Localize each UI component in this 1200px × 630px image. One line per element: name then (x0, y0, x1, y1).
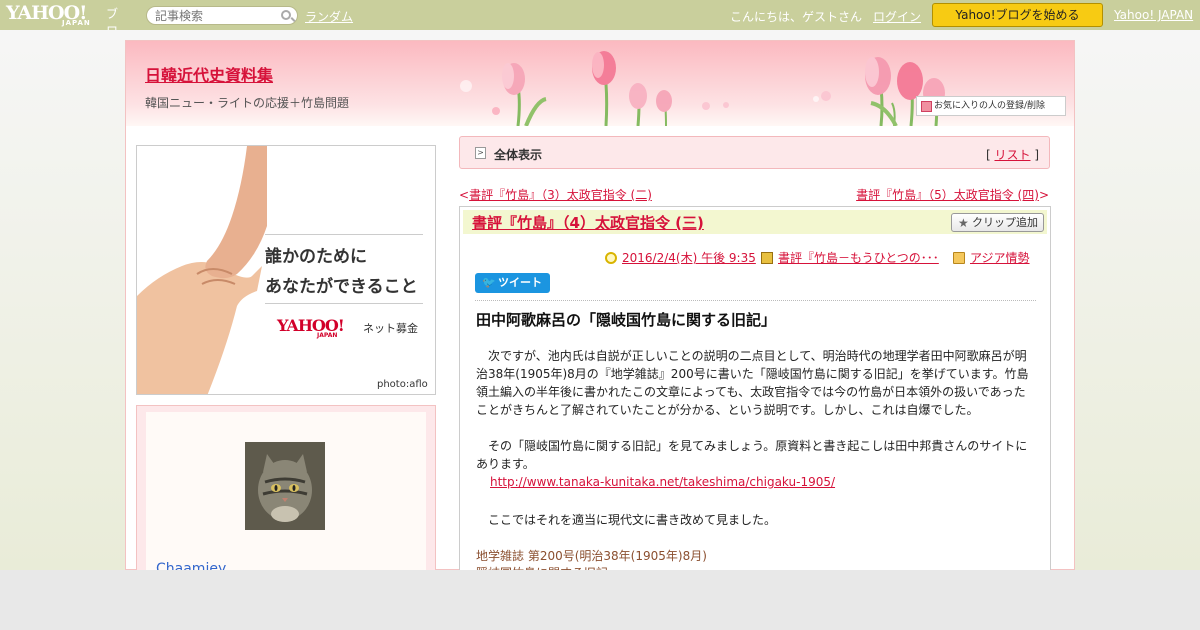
tweet-label: ツイート (498, 276, 542, 289)
random-link[interactable]: ランダム (305, 8, 353, 25)
ad-photo-credit: photo:aflo (377, 379, 428, 390)
search-icon[interactable] (281, 10, 291, 20)
twitter-bird-icon: 🐦 (482, 276, 496, 289)
article-source-line-1: 地学雑誌 第200号(明治38年(1905年)8月) (476, 549, 707, 563)
top-navigation-bar: YAHOO! JAPAN ブログ ランダム こんにちは、ゲストさん ログイン Y… (0, 0, 1200, 55)
tweet-button[interactable]: 🐦 ツイート (475, 273, 550, 293)
search-box (146, 6, 298, 25)
search-input[interactable] (155, 7, 279, 24)
list-bracket-close: ] (1030, 148, 1039, 162)
article-header: 書評『竹島』（4）太政官指令 (三) ★ クリップ追加 (463, 210, 1047, 234)
ad-headline-1: 誰かのために (265, 247, 367, 267)
star-icon: ★ (958, 216, 969, 230)
prev-article-nav: <書評『竹島』（3）太政官指令 (二) (459, 186, 652, 203)
blog-container: 日韓近代史資料集 韓国ニュー・ライトの応援＋竹島問題 お気に入りの人の登録/削除… (125, 40, 1075, 582)
clock-icon (605, 252, 617, 264)
ad-service-name: ネット募金 (363, 322, 418, 335)
greeting-text: こんにちは、ゲストさん (730, 10, 863, 24)
prev-mark: < (459, 188, 470, 202)
folder-icon (953, 252, 965, 264)
article-book: 書評『竹島－もうひとつの･･･ (761, 249, 939, 266)
next-article-nav: 書評『竹島』（5）太政官指令 (四)> (856, 186, 1049, 203)
blog-title[interactable]: 日韓近代史資料集 (145, 62, 273, 86)
list-link-wrapper: [ リスト ] (986, 146, 1039, 163)
article-external-link[interactable]: http://www.tanaka-kunitaka.net/takeshima… (490, 475, 835, 489)
profile-inner: Chaamiey (146, 412, 426, 582)
article-title[interactable]: 書評『竹島』（4）太政官指令 (三) (472, 212, 704, 233)
login-link[interactable]: ログイン (873, 8, 921, 25)
blog-description: 韓国ニュー・ライトの応援＋竹島問題 (145, 96, 350, 110)
ad-divider-bottom (265, 303, 423, 304)
profile-panel: Chaamiey (136, 405, 436, 582)
cat-avatar-image (245, 442, 325, 530)
ad-divider-top (265, 234, 423, 235)
article-paragraph-2: その「隠岐国竹島に関する旧記」を見てみましょう。原資料と書き起こしは田中邦貴さん… (476, 439, 1028, 471)
list-link[interactable]: リスト (994, 148, 1030, 162)
favorite-icon (921, 101, 932, 112)
article-paragraph-1: 次ですが、池内氏は自説が正しいことの説明の二点目として、明治時代の地理学者田中阿… (476, 349, 1029, 417)
clip-add-button[interactable]: ★ クリップ追加 (951, 213, 1044, 232)
article-category: アジア情勢 (953, 249, 1030, 266)
all-view-bar: > 全体表示 [ リスト ] (459, 136, 1050, 169)
helping-hands-image (137, 146, 267, 394)
arrow-right-icon: > (475, 147, 486, 159)
article-book-link[interactable]: 書評『竹島－もうひとつの･･･ (778, 251, 939, 265)
article-divider (475, 300, 1036, 301)
next-mark: > (1038, 188, 1049, 202)
blog-header: 日韓近代史資料集 韓国ニュー・ライトの応援＋竹島問題 お気に入りの人の登録/削除 (126, 41, 1074, 126)
prev-article-link[interactable]: 書評『竹島』（3）太政官指令 (二) (469, 188, 652, 202)
next-article-link[interactable]: 書評『竹島』（5）太政官指令 (四) (856, 188, 1039, 202)
start-blog-button[interactable]: Yahoo!ブログを始める (932, 3, 1103, 27)
article-paragraph-3: ここではそれを適当に現代文に書き改めて見ました。 (476, 513, 777, 527)
article-date-link[interactable]: 2016/2/4(木) 午後 9:35 (622, 251, 756, 265)
ad-headline-2: あなたができること (265, 277, 418, 297)
article-category-link[interactable]: アジア情勢 (970, 251, 1030, 265)
article-heading: 田中阿歌麻呂の「隠岐国竹島に関する旧記」 (476, 311, 777, 329)
avatar[interactable] (245, 442, 325, 530)
article-date: 2016/2/4(木) 午後 9:35 (605, 249, 756, 266)
clip-add-label: クリップ追加 (972, 216, 1038, 229)
favorite-register-button[interactable]: お気に入りの人の登録/削除 (916, 96, 1066, 116)
article-panel: 書評『竹島』（4）太政官指令 (三) ★ クリップ追加 2016/2/4(木) … (459, 206, 1051, 580)
logo-japan-text: JAPAN (62, 19, 91, 27)
favorite-register-label: お気に入りの人の登録/削除 (934, 101, 1046, 111)
yahoo-japan-link[interactable]: Yahoo! JAPAN (1114, 8, 1193, 22)
advertisement-banner[interactable]: 誰かのために あなたができること YAHOO! JAPAN ネット募金 phot… (136, 145, 436, 395)
footer-gray-area (0, 570, 1200, 630)
all-view-label: 全体表示 (494, 148, 543, 162)
book-icon (761, 252, 773, 264)
ad-japan-text: JAPAN (317, 332, 338, 339)
